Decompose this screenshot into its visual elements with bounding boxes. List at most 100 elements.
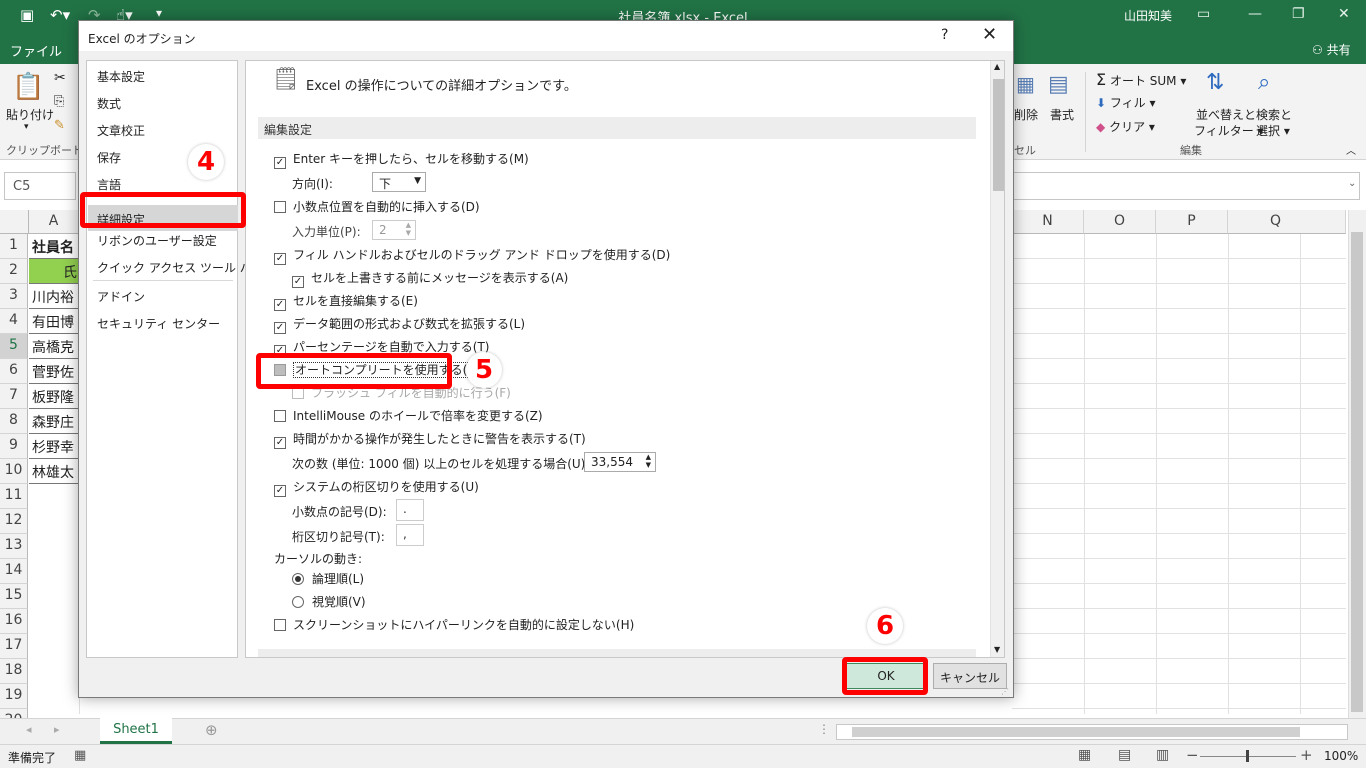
column-header-o[interactable]: O	[1084, 210, 1156, 234]
column-header-a[interactable]: A	[29, 210, 79, 234]
row-header[interactable]: 10	[0, 459, 28, 484]
page-break-view-icon[interactable]: ▥	[1156, 747, 1169, 763]
help-button[interactable]: ?	[941, 27, 948, 43]
nav-customize-ribbon[interactable]: リボンのユーザー設定	[97, 232, 217, 249]
row-header[interactable]: 7	[0, 384, 28, 409]
row-header[interactable]: 18	[0, 659, 28, 684]
row-header[interactable]: 14	[0, 559, 28, 584]
format-painter-icon[interactable]: ✎	[54, 118, 65, 133]
copy-icon[interactable]: ⎘	[54, 94, 64, 109]
nav-formulas[interactable]: 数式	[97, 95, 121, 112]
cells-threshold-input[interactable]: 33,554 ▲ ▼	[584, 452, 656, 472]
zoom-in-icon[interactable]: +	[1300, 746, 1313, 764]
scroll-down-icon[interactable]: ▼	[994, 645, 1000, 654]
cell-a4[interactable]: 有田博	[29, 309, 79, 334]
collapse-ribbon-icon[interactable]: ︿	[1346, 142, 1356, 157]
paste-icon[interactable]: 📋	[12, 72, 44, 102]
share-button[interactable]: ⚇ 共有	[1312, 41, 1351, 58]
option-edit-in-cell[interactable]: ✓ セルを直接編集する(E)	[274, 292, 418, 311]
split-handle-icon[interactable]: ⋮	[818, 722, 830, 736]
resize-grip-icon[interactable]: ⋰	[1001, 687, 1009, 696]
cell-a9[interactable]: 杉野幸	[29, 434, 79, 459]
nav-quick-access-toolbar[interactable]: クイック アクセス ツール バー	[97, 259, 264, 276]
nav-general[interactable]: 基本設定	[97, 68, 145, 85]
select-all-corner[interactable]	[0, 210, 29, 234]
nav-addins[interactable]: アドイン	[97, 288, 145, 305]
user-name[interactable]: 山田知美	[1124, 7, 1172, 24]
formula-input[interactable]	[1010, 172, 1360, 200]
page-layout-view-icon[interactable]: ▤	[1118, 747, 1131, 763]
paste-button[interactable]: 貼り付け	[6, 106, 54, 123]
ribbon-display-icon[interactable]: ▭	[1197, 6, 1210, 22]
row-header[interactable]: 16	[0, 609, 28, 634]
row-header[interactable]: 17	[0, 634, 28, 659]
format-button[interactable]: 書式	[1050, 106, 1074, 123]
column-header-n[interactable]: N	[1012, 210, 1084, 234]
sort-filter-icon[interactable]: ⇅	[1206, 70, 1224, 95]
decimal-separator-input[interactable]: .	[396, 499, 424, 521]
cell-a8[interactable]: 森野庄	[29, 409, 79, 434]
scroll-up-icon[interactable]: ▲	[994, 62, 1000, 71]
row-header[interactable]: 11	[0, 484, 28, 509]
nav-trust-center[interactable]: セキュリティ センター	[97, 315, 220, 332]
horizontal-scrollbar-thumb[interactable]	[852, 727, 1300, 737]
row-header[interactable]: 5	[0, 334, 28, 359]
cell-a2[interactable]: 氏	[29, 259, 79, 284]
row-header[interactable]: 13	[0, 534, 28, 559]
option-no-hyperlink-screenshot[interactable]: スクリーンショットにハイパーリンクを自動的に設定しない(H)	[274, 616, 634, 633]
option-enter-move[interactable]: ✓ Enter キーを押したら、セルを移動する(M)	[274, 150, 529, 169]
clear-button[interactable]: ◆ クリア ▾	[1096, 118, 1155, 135]
fill-button[interactable]: ⬇ フィル ▾	[1096, 94, 1156, 111]
row-header[interactable]: 1	[0, 234, 28, 259]
cancel-button[interactable]: キャンセル	[933, 663, 1007, 689]
zoom-slider-thumb[interactable]	[1246, 750, 1249, 762]
row-header[interactable]: 15	[0, 584, 28, 609]
expand-formula-icon[interactable]: ⌄	[1348, 178, 1356, 189]
cell-a6[interactable]: 菅野佐	[29, 359, 79, 384]
name-box[interactable]: C5	[4, 172, 76, 200]
option-fill-handle[interactable]: ✓ フィル ハンドルおよびセルのドラッグ アンド ドロップを使用する(D)	[274, 246, 670, 265]
sort-filter-line1[interactable]: 並べ替えと	[1196, 106, 1256, 123]
row-header[interactable]: 4	[0, 309, 28, 334]
zoom-level[interactable]: 100%	[1324, 749, 1358, 763]
nav-save[interactable]: 保存	[97, 149, 121, 166]
sort-filter-button[interactable]: フィルター ▾	[1194, 122, 1264, 139]
option-auto-decimal[interactable]: 小数点位置を自動的に挿入する(D)	[274, 198, 480, 215]
cell-a1[interactable]: 社員名	[29, 234, 79, 259]
row-header[interactable]: 2	[0, 259, 28, 284]
new-sheet-icon[interactable]: ⊕	[205, 721, 218, 739]
row-header[interactable]: 6	[0, 359, 28, 384]
options-scrollbar[interactable]: ▲ ▼	[990, 61, 1004, 657]
cell-a7[interactable]: 板野隆	[29, 384, 79, 409]
close-window-icon[interactable]: ✕	[1338, 6, 1350, 22]
row-header[interactable]: 12	[0, 509, 28, 534]
direction-select[interactable]: 下 ▼	[372, 172, 426, 192]
vertical-scrollbar-thumb[interactable]	[1351, 232, 1363, 712]
row-header[interactable]: 3	[0, 284, 28, 309]
cell-a10[interactable]: 林雄太	[29, 459, 79, 484]
option-intellimouse[interactable]: IntelliMouse のホイールで倍率を変更する(Z)	[274, 407, 543, 424]
row-header[interactable]: 8	[0, 409, 28, 434]
find-select-line1[interactable]: 検索と	[1256, 106, 1292, 123]
normal-view-icon[interactable]: ▦	[1078, 747, 1091, 763]
cell-a3[interactable]: 川内裕	[29, 284, 79, 309]
option-system-separators[interactable]: ✓ システムの桁区切りを使用する(U)	[274, 478, 479, 497]
paste-dropdown-icon[interactable]: ▾	[24, 122, 29, 132]
nav-language[interactable]: 言語	[97, 176, 121, 193]
options-scrollbar-thumb[interactable]	[993, 79, 1004, 191]
cell-a5[interactable]: 高橋克	[29, 334, 79, 359]
option-extend-formats[interactable]: ✓ データ範囲の形式および数式を拡張する(L)	[274, 315, 525, 334]
autosum-button[interactable]: Σ オート SUM ▾	[1096, 70, 1186, 89]
find-select-button[interactable]: 選択 ▾	[1256, 122, 1290, 139]
minimize-icon[interactable]: —	[1248, 6, 1262, 22]
column-header-p[interactable]: P	[1156, 210, 1228, 234]
find-icon[interactable]: ⌕	[1258, 70, 1270, 95]
thousands-separator-input[interactable]: ,	[396, 524, 424, 546]
next-sheet-icon[interactable]: ▸	[54, 723, 60, 736]
option-alert-slow[interactable]: ✓ 時間がかかる操作が発生したときに警告を表示する(T)	[274, 430, 586, 449]
tab-sheet1[interactable]: Sheet1	[100, 718, 172, 744]
prev-sheet-icon[interactable]: ◂	[26, 723, 32, 736]
nav-proofing[interactable]: 文章校正	[97, 122, 145, 139]
column-header-q[interactable]: Q	[1228, 210, 1346, 234]
zoom-out-icon[interactable]: −	[1186, 746, 1199, 764]
